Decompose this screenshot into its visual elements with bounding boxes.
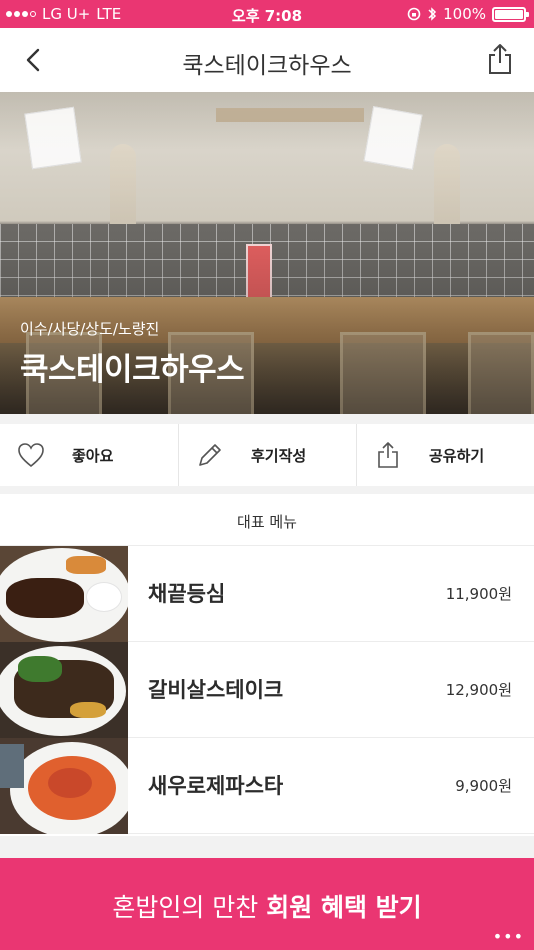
- restaurant-name: 쿡스테이크하우스: [20, 352, 245, 388]
- more-icon[interactable]: •••: [493, 927, 524, 946]
- menu-item-name: 갈비살스테이크: [148, 678, 284, 702]
- menu-item-price: 9,900원: [455, 777, 512, 795]
- signature-menu: 대표 메뉴 채끝등심 11,900원 갈비살스테이크 12,900원 새우로제파…: [0, 494, 534, 836]
- like-label: 좋아요: [72, 447, 114, 465]
- cta-text-regular: 혼밥인의 만찬: [112, 893, 267, 922]
- share-label: 공유하기: [429, 447, 485, 465]
- menu-food: [6, 578, 84, 618]
- menu-food: [86, 582, 122, 612]
- status-bar: LG U+ LTE 오후 7:08 100%: [0, 0, 534, 28]
- menu-photo: [0, 738, 128, 834]
- action-bar: 좋아요 후기작성 공유하기: [0, 424, 534, 486]
- menu-item[interactable]: 새우로제파스타 9,900원: [0, 738, 534, 834]
- menu-item[interactable]: 채끝등심 11,900원: [0, 546, 534, 642]
- like-button[interactable]: 좋아요: [0, 424, 178, 486]
- menu-item-name: 채끝등심: [148, 582, 226, 606]
- menu-food: [48, 768, 92, 798]
- menu-header: 대표 메뉴: [0, 494, 534, 546]
- cta-text-bold: 회원 혜택 받기: [266, 893, 422, 922]
- share-icon: [378, 442, 398, 468]
- share-icon[interactable]: [484, 42, 516, 76]
- write-review-label: 후기작성: [251, 447, 307, 465]
- pencil-icon: [199, 444, 221, 466]
- menu-item-price: 11,900원: [445, 585, 512, 603]
- page-title: 쿡스테이크하우스: [182, 53, 352, 79]
- rotation-lock-icon: [407, 7, 421, 21]
- menu-food: [70, 702, 106, 718]
- battery-percent: 100%: [443, 5, 486, 23]
- heart-icon: [18, 443, 44, 468]
- menu-food: [0, 744, 24, 788]
- nav-bar: 쿡스테이크하우스: [0, 28, 534, 92]
- menu-photo: [0, 546, 128, 642]
- menu-food: [18, 656, 62, 682]
- bluetooth-icon: [428, 7, 437, 21]
- member-benefit-button[interactable]: 혼밥인의 만찬 회원 혜택 받기 •••: [0, 858, 534, 950]
- cta-text: 혼밥인의 만찬 회원 혜택 받기: [0, 888, 534, 924]
- menu-food: [66, 556, 106, 574]
- write-review-button[interactable]: 후기작성: [178, 424, 356, 486]
- menu-item-name: 새우로제파스타: [148, 774, 284, 798]
- restaurant-hero: 이수/사당/상도/노량진 쿡스테이크하우스: [0, 92, 534, 414]
- status-right: 100%: [407, 5, 529, 23]
- menu-item[interactable]: 갈비살스테이크 12,900원: [0, 642, 534, 738]
- menu-photo: [0, 642, 128, 738]
- menu-item-price: 12,900원: [445, 681, 512, 699]
- battery-icon: [492, 6, 529, 22]
- share-button[interactable]: 공유하기: [356, 424, 534, 486]
- restaurant-area: 이수/사당/상도/노량진: [20, 320, 160, 338]
